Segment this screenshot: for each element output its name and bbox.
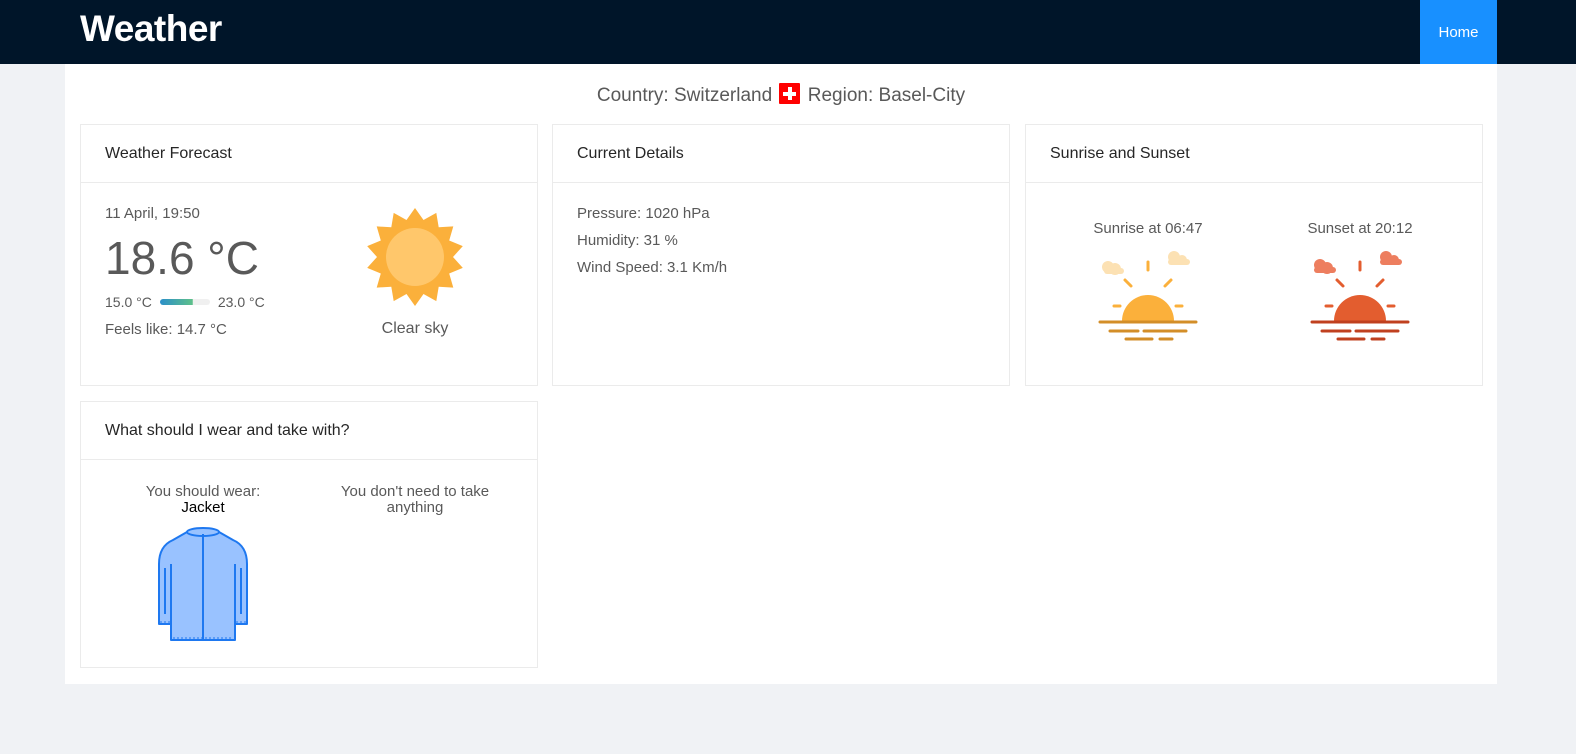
app-title: Weather [80,8,222,49]
sunrise-time: Sunrise at 06:47 [1093,220,1203,237]
jacket-icon [155,524,251,646]
swiss-flag-icon [779,83,801,104]
sunrise-icon [1098,249,1198,349]
wear-item: Jacket [181,499,225,516]
top-navbar: Weather Home [0,0,1576,64]
wear-card: What should I wear and take with? You sh… [80,401,538,668]
sunset-icon [1310,249,1410,349]
sun-card: Sunrise and Sunset Sunrise at 06:47 Suns… [1025,124,1483,386]
sunset-time: Sunset at 20:12 [1307,220,1413,237]
country-label: Country: Switzerland [596,85,773,106]
wear-card-title: What should I wear and take with? [81,402,537,460]
min-temperature: 15.0 °C [105,294,152,310]
sun-icon [365,207,465,307]
sun-card-title: Sunrise and Sunset [1026,125,1482,183]
weather-condition: Clear sky [381,320,449,337]
wind-speed-value: Wind Speed: 3.1 Km/h [577,259,728,276]
pressure-value: Pressure: 1020 hPa [577,205,710,222]
region-label: Region: Basel-City [807,85,966,106]
forecast-card: Weather Forecast 11 April, 19:50 18.6 °C… [80,124,538,386]
details-card: Current Details Pressure: 1020 hPa Humid… [552,124,1010,386]
max-temperature: 23.0 °C [217,294,265,310]
location-header: Country: Switzerland Region: Basel-City [65,82,1497,110]
forecast-card-title: Weather Forecast [81,125,537,183]
wear-label: You should wear: [145,483,261,500]
wear-recommendation: You should wear: Jacket [123,484,283,516]
temperature-range-bar [159,299,210,305]
main-content: Country: Switzerland Region: Basel-City … [65,64,1497,684]
current-temperature: 18.6 °C [105,232,259,284]
details-card-title: Current Details [553,125,1009,183]
take-recommendation: You don't need to take anything [340,483,490,516]
humidity-value: Humidity: 31 % [577,232,678,249]
temperature-range: 15.0 °C 23.0 °C [105,294,265,310]
nav-home-link[interactable]: Home [1420,0,1497,64]
feels-like: Feels like: 14.7 °C [105,321,227,338]
forecast-datetime: 11 April, 19:50 [105,205,200,222]
